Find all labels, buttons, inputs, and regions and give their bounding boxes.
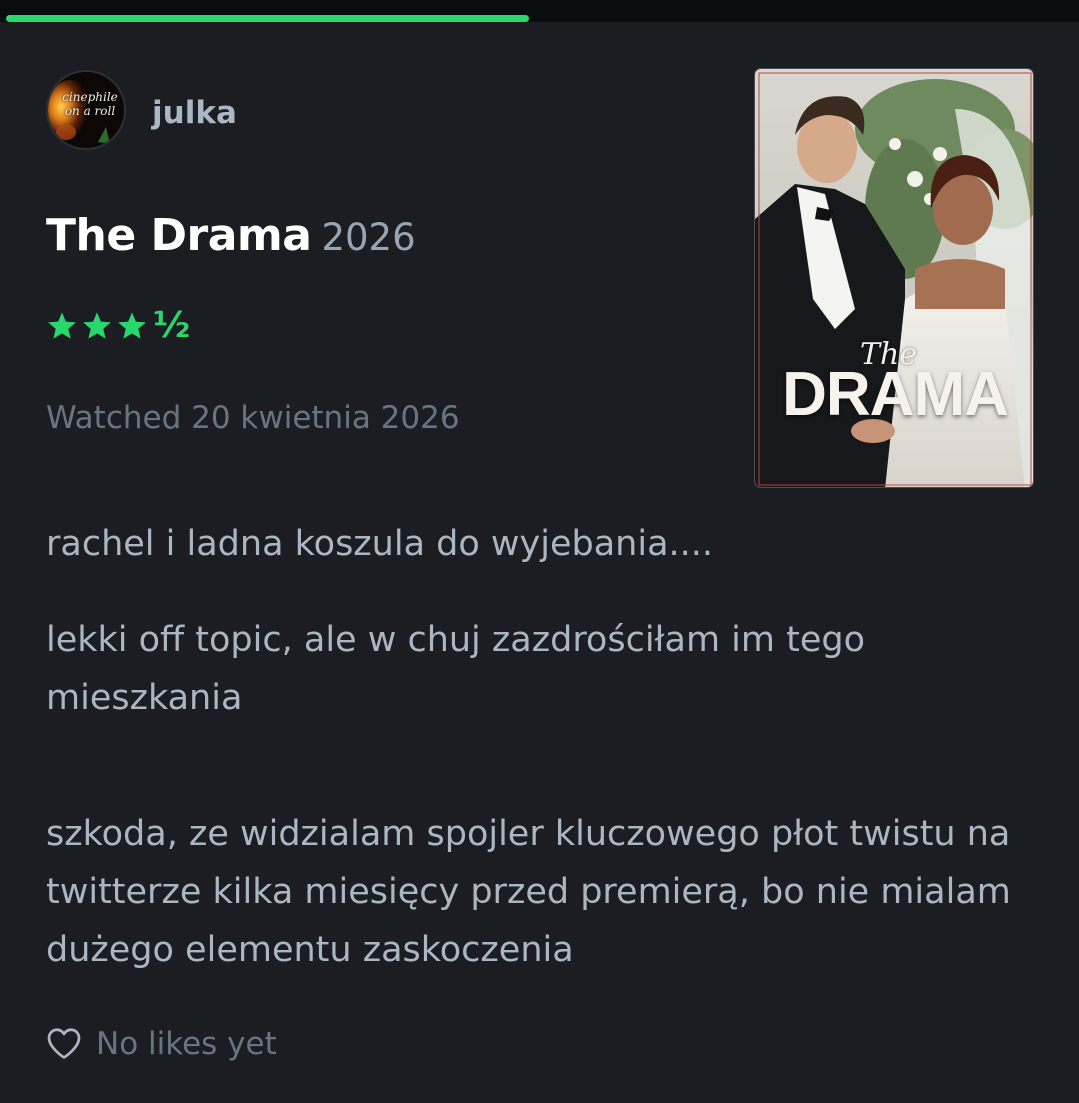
star-icon xyxy=(118,312,146,339)
likes-row[interactable]: No likes yet xyxy=(46,1024,277,1064)
likes-count: No likes yet xyxy=(96,1026,277,1062)
watched-date: Watched 20 kwietnia 2026 xyxy=(46,400,460,436)
review-paragraph: lekki off topic, ale w chuj zazdrościłam… xyxy=(46,620,865,718)
review-paragraph: szkoda, ze widzialam spojler kluczowego … xyxy=(46,814,1011,970)
username[interactable]: julka xyxy=(152,93,237,133)
heart-icon[interactable] xyxy=(46,1027,82,1061)
star-rating: ½ xyxy=(46,306,190,346)
film-poster[interactable]: The DRAMA xyxy=(754,68,1034,488)
star-icon xyxy=(83,312,111,339)
poster-title-large: DRAMA xyxy=(782,360,1009,429)
review-paragraph: rachel i ladna koszula do wyjebania.... xyxy=(46,524,714,564)
film-year[interactable]: 2026 xyxy=(321,216,415,259)
film-title[interactable]: The Drama xyxy=(46,210,312,261)
half-star-icon: ½ xyxy=(153,305,191,346)
star-icon xyxy=(48,312,76,339)
avatar-caption: cinephile on a roll xyxy=(62,90,118,118)
film-title-row[interactable]: The Drama 2026 xyxy=(46,210,416,261)
progress-bar-fill xyxy=(6,15,529,22)
avatar[interactable]: cinephile on a roll xyxy=(46,70,126,150)
progress-bar xyxy=(6,15,1073,22)
